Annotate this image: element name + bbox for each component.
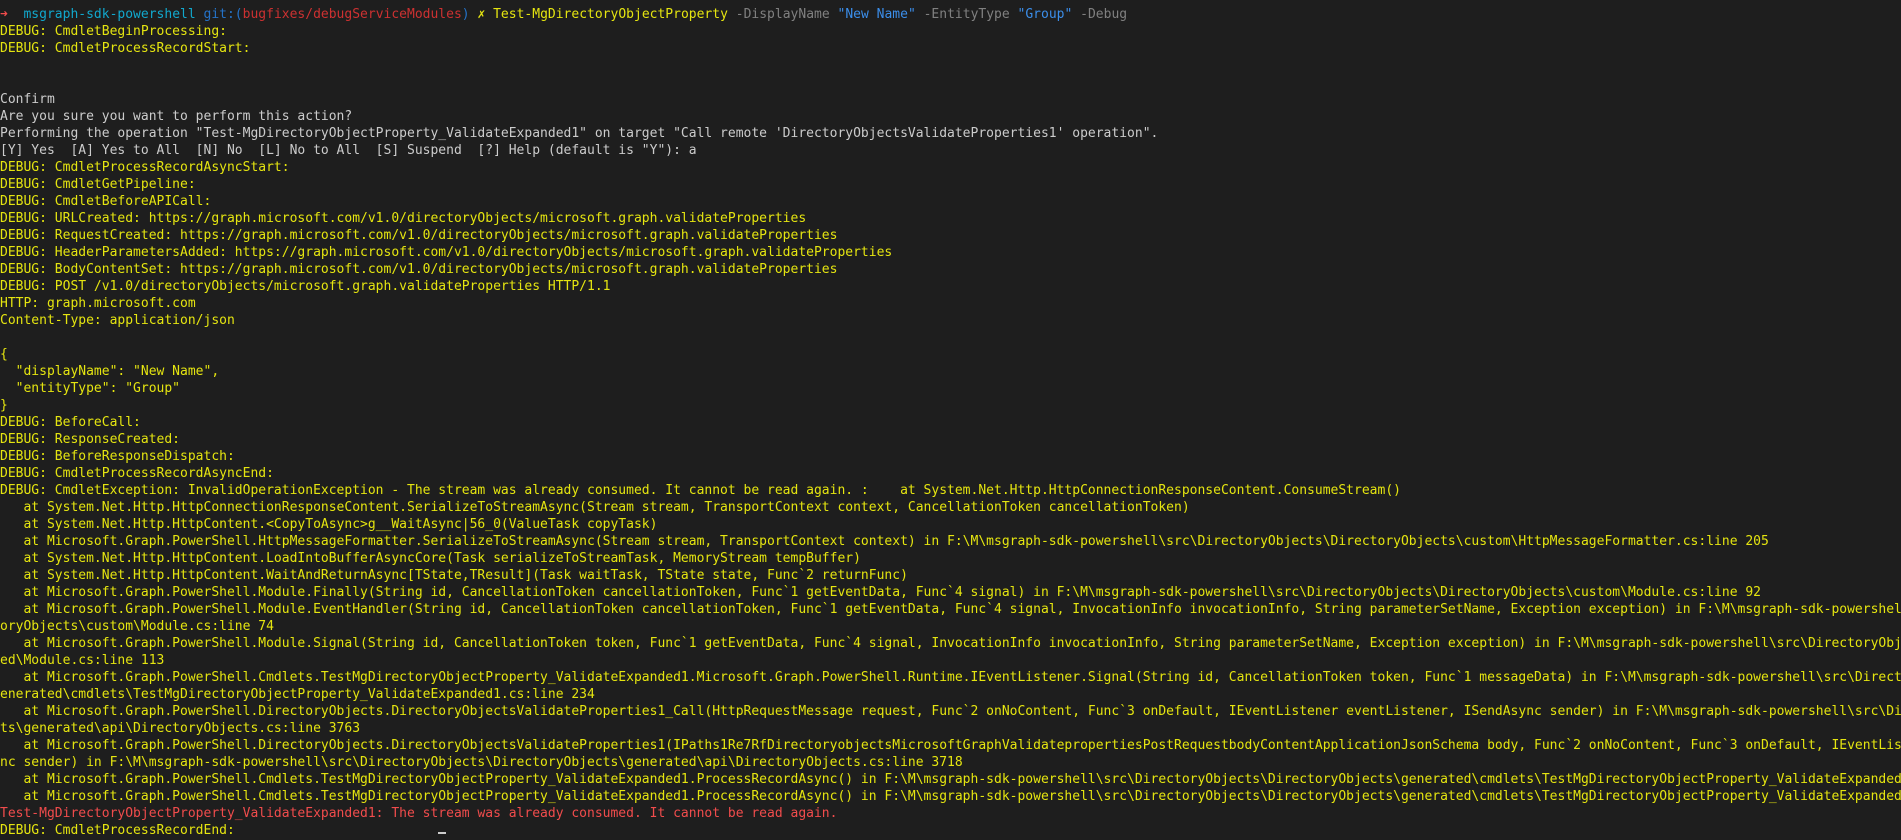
output-line: DEBUG: CmdletProcessRecordAsyncEnd: xyxy=(0,466,274,481)
output-line: oryObjects\custom\Module.cs:line 74 xyxy=(0,619,274,634)
output-line: at Microsoft.Graph.PowerShell.Cmdlets.Te… xyxy=(0,772,1901,787)
output-line: DEBUG: BodyContentSet: https://graph.mic… xyxy=(0,262,838,277)
output-line: at Microsoft.Graph.PowerShell.Cmdlets.Te… xyxy=(0,789,1901,804)
output-line: DEBUG: ResponseCreated: xyxy=(0,432,181,447)
output-line: at System.Net.Http.HttpContent.WaitAndRe… xyxy=(0,568,908,583)
git-label-close: ) xyxy=(461,7,470,22)
prompt-line: ➜ msgraph-sdk-powershell git:(bugfixes/d… xyxy=(0,6,1901,23)
output-line: [Y] Yes [A] Yes to All [N] No [L] No to … xyxy=(0,143,697,158)
output-line: at Microsoft.Graph.PowerShell.Module.Sig… xyxy=(23,636,1901,651)
command-name: Test-MgDirectoryObjectProperty xyxy=(493,7,728,22)
output-line: at Microsoft.Graph.PowerShell.DirectoryO… xyxy=(23,738,1901,753)
output-line: "entityType": "Group" xyxy=(0,381,181,396)
output-line: Confirm xyxy=(0,92,55,107)
output-line: DEBUG: BeforeCall: xyxy=(0,415,141,430)
prompt-arrow-icon: ➜ xyxy=(0,7,8,22)
output-line: at Microsoft.Graph.PowerShell.Module.Fin… xyxy=(0,585,1761,600)
text-cursor xyxy=(438,832,446,834)
dirty-indicator: ✗ xyxy=(477,7,486,22)
value-displayname: "New Name" xyxy=(837,7,916,22)
output-line: DEBUG: RequestCreated: https://graph.mic… xyxy=(0,228,838,243)
param-entitytype: -EntityType xyxy=(923,7,1010,22)
output-line: at System.Net.Http.HttpContent.<CopyToAs… xyxy=(0,517,658,532)
output-line: enerated\cmdlets\TestMgDirectoryObjectPr… xyxy=(0,687,595,702)
git-branch: bugfixes/debugServiceModules xyxy=(242,7,462,22)
git-label: git:( xyxy=(203,7,243,22)
output-line: Performing the operation "Test-MgDirecto… xyxy=(0,126,1159,141)
output-line: DEBUG: BeforeResponseDispatch: xyxy=(0,449,235,464)
output-line: DEBUG: CmdletProcessRecordAsyncStart: xyxy=(0,160,290,175)
output-line: DEBUG: CmdletGetPipeline: xyxy=(0,177,196,192)
param-debug: -Debug xyxy=(1080,7,1128,22)
output-line: { xyxy=(0,347,8,362)
scrolled-off-line xyxy=(0,0,420,4)
output-line: at Microsoft.Graph.PowerShell.Cmdlets.Te… xyxy=(23,670,1901,685)
value-entitytype: "Group" xyxy=(1017,7,1073,22)
output-line: at System.Net.Http.HttpContent.LoadIntoB… xyxy=(0,551,861,566)
output-line: at Microsoft.Graph.PowerShell.HttpMessag… xyxy=(0,534,1769,549)
output-line: } xyxy=(0,398,8,413)
output-line: DEBUG: URLCreated: https://graph.microso… xyxy=(0,211,807,226)
terminal-output[interactable]: ➜ msgraph-sdk-powershell git:(bugfixes/d… xyxy=(0,0,1901,840)
output-line: nc sender) in F:\M\msgraph-sdk-powershel… xyxy=(0,755,963,770)
output-line: at System.Net.Http.HttpConnectionRespons… xyxy=(0,500,1190,515)
output-line: Test-MgDirectoryObjectProperty_ValidateE… xyxy=(0,806,838,821)
param-displayname: -DisplayName xyxy=(735,7,830,22)
output-line: at Microsoft.Graph.PowerShell.Module.Eve… xyxy=(23,602,1901,617)
output-line: ts\generated\api\DirectoryObjects.cs:lin… xyxy=(0,721,361,736)
output-line: at Microsoft.Graph.PowerShell.DirectoryO… xyxy=(23,704,1901,719)
prompt-directory: msgraph-sdk-powershell xyxy=(23,7,196,22)
output-line: Content-Type: application/json xyxy=(0,313,235,328)
output-line: DEBUG: HeaderParametersAdded: https://gr… xyxy=(0,245,893,260)
output-line: DEBUG: CmdletBeginProcessing: xyxy=(0,24,227,39)
output-line: DEBUG: POST /v1.0/directoryObjects/micro… xyxy=(0,279,611,294)
output-line: DEBUG: CmdletProcessRecordStart: xyxy=(0,41,251,56)
output-line: Are you sure you want to perform this ac… xyxy=(0,109,353,124)
output-line: "displayName": "New Name", xyxy=(0,364,220,379)
output-line: DEBUG: CmdletBeforeAPICall: xyxy=(0,194,212,209)
output-line: DEBUG: CmdletException: InvalidOperation… xyxy=(0,483,1401,498)
output-line: ed\Module.cs:line 113 xyxy=(0,653,165,668)
output-line: HTTP: graph.microsoft.com xyxy=(0,296,196,311)
output-line: DEBUG: CmdletProcessRecordEnd: xyxy=(0,823,235,838)
output-lines: DEBUG: CmdletBeginProcessing: DEBUG: Cmdl… xyxy=(0,23,1901,840)
